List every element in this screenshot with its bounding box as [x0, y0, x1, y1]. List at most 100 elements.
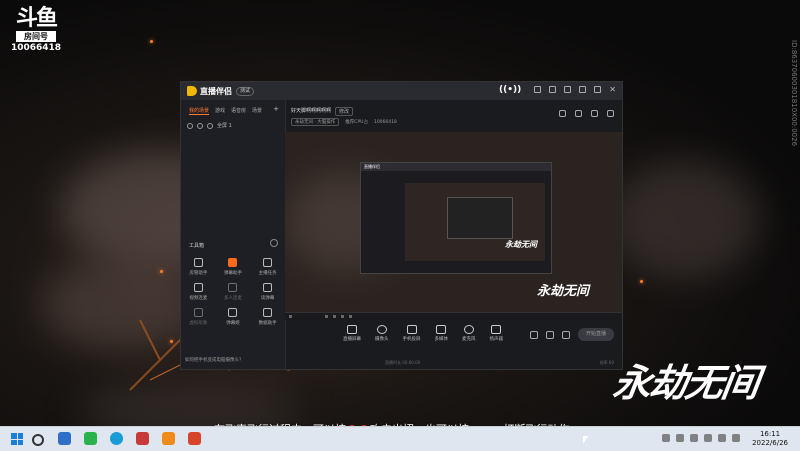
preview-eye-icon[interactable] — [546, 330, 554, 339]
clock[interactable]: 16:11 2022/6/26 — [752, 430, 788, 448]
menu-icon[interactable] — [564, 86, 572, 93]
nested-nested-preview — [447, 197, 513, 239]
go-live-button[interactable]: 开始直播 — [578, 328, 614, 341]
room-number: 10066418 — [10, 43, 62, 53]
gift-icon[interactable] — [534, 86, 542, 93]
speaker-button[interactable]: 扬声器 — [490, 320, 503, 342]
edge-icon[interactable] — [110, 432, 123, 445]
maximize-icon[interactable] — [594, 86, 602, 93]
tool-virtual-avatar[interactable]: 虚拟形象 — [181, 308, 216, 326]
title-bar: 直播伴侣 测试 ((•)) ✕ — [181, 82, 622, 100]
microphone-icon — [463, 325, 474, 334]
layers-icon[interactable] — [575, 110, 582, 117]
start-windows-icon[interactable] — [11, 433, 23, 445]
room-id: 10066418 — [373, 119, 397, 125]
toolbox-more-icon[interactable] — [270, 239, 278, 247]
smoke-cloud — [610, 160, 760, 280]
app-name: 直播伴侣 — [200, 86, 232, 96]
fish-logo-icon — [187, 86, 197, 96]
douyu-app-icon[interactable] — [188, 432, 201, 445]
left-panel: 我的场景 游戏 语音房 场景 + 全屏 1 工具箱 房管助手 弹幕助手 主播任务… — [181, 100, 286, 369]
scene-item[interactable]: 全屏 1 — [181, 115, 285, 129]
network-icon[interactable] — [690, 434, 698, 442]
danmu-icon — [228, 258, 238, 267]
side-watermark-id: ID:86370600301810X00:0026 — [790, 40, 798, 147]
category-tag[interactable]: 永劫无间 · 大脑操作 — [291, 118, 340, 126]
media-button[interactable]: 多媒体 — [435, 320, 448, 342]
live-controls: 开始直播 — [530, 328, 614, 341]
status-bar: 直播时长 00:00:00 帧率 60 — [285, 357, 622, 369]
record-icon[interactable] — [530, 330, 538, 339]
tool-danmu-ji[interactable]: 弹幕姬 — [216, 308, 251, 326]
close-icon[interactable]: ✕ — [609, 86, 616, 94]
ember — [640, 280, 643, 283]
tab-voice-room[interactable]: 语音房 — [231, 107, 246, 115]
settings-icon[interactable] — [591, 110, 598, 117]
brand-mark: 斗鱼 — [15, 6, 58, 31]
app-icon-red[interactable] — [136, 432, 149, 445]
shirt-icon[interactable] — [549, 86, 557, 93]
tool-read-danmu[interactable]: 读弹幕 — [250, 283, 285, 301]
stream-info: 永劫无间 · 大脑操作 推荐CPU占 10066418 — [291, 118, 397, 126]
system-tray — [662, 434, 740, 442]
nested-app-name: 直播伴侣 — [361, 163, 551, 171]
tray-chevron-icon[interactable] — [662, 434, 670, 442]
wechat-icon[interactable] — [84, 432, 97, 445]
microphone-button[interactable]: 麦克风 — [462, 320, 476, 342]
tab-my-scenes[interactable]: 我的场景 — [189, 107, 210, 115]
scene-label: 全屏 1 — [217, 123, 232, 129]
screen-icon — [347, 325, 357, 334]
tool-video-link[interactable]: 视频连麦 — [181, 283, 216, 301]
tool-streamer-tasks[interactable]: 主播任务 — [250, 258, 285, 276]
stream-preview[interactable]: 直播伴侣 永劫无间 永劫无间 — [285, 132, 622, 320]
nk-app-icon[interactable] — [58, 432, 71, 445]
live-duration: 直播时长 00:00:00 — [385, 360, 421, 365]
tool-multi-link[interactable]: 多人连麦 — [216, 283, 251, 301]
camera-button[interactable]: 摄像头 — [375, 320, 389, 342]
nested-game-logo: 永劫无间 — [505, 239, 537, 249]
toolbox-title: 工具箱 — [189, 243, 205, 249]
gear-icon[interactable] — [562, 330, 570, 339]
tab-scenes[interactable]: 场景 — [252, 107, 262, 115]
titlebar-controls: ✕ — [534, 86, 616, 94]
minimize-icon[interactable] — [579, 86, 587, 93]
gift-box-icon[interactable] — [559, 110, 566, 117]
game-logo: 永劫无间 — [610, 360, 761, 405]
share-icon[interactable] — [607, 110, 614, 117]
mic-icon[interactable] — [704, 434, 712, 442]
version-badge[interactable]: 测试 — [236, 86, 255, 96]
edit-title-button[interactable]: 修改 — [335, 107, 354, 116]
room-label: 房间号 — [16, 31, 56, 42]
camera-help-link[interactable]: 如何把手机变成电脑摄像头？ — [185, 357, 244, 363]
tool-room-manager[interactable]: 房管助手 — [181, 258, 216, 276]
app-icon-orange[interactable] — [162, 432, 175, 445]
tray-app-icon[interactable] — [676, 434, 684, 442]
streaming-app-window: 直播伴侣 测试 ((•)) ✕ 我的场景 游戏 语音房 场景 + 全屏 1 工具… — [180, 81, 623, 370]
preview-game-logo: 永劫无间 — [537, 284, 590, 299]
stream-header: 好天脚啊啊啊啊啊 修改 永劫无间 · 大脑操作 推荐CPU占 10066418 — [285, 100, 622, 132]
toolbox-grid: 房管助手 弹幕助手 主播任务 视频连麦 多人连麦 读弹幕 虚拟形象 弹幕姬 数据… — [181, 258, 285, 326]
lock-icon[interactable] — [197, 122, 203, 129]
phone-cast-button[interactable]: 手机投屏 — [403, 320, 421, 342]
live-wave-icon[interactable]: ((•)) — [499, 85, 521, 95]
play-icon — [436, 325, 447, 334]
user-icon — [193, 258, 203, 267]
camera-icon — [376, 325, 387, 334]
fps-status: 帧率 60 — [599, 360, 614, 365]
input-method-icon[interactable] — [732, 434, 740, 442]
add-scene-button[interactable]: + — [273, 106, 279, 115]
search-icon[interactable] — [32, 434, 44, 446]
clock-time: 16:11 — [759, 430, 781, 438]
tool-danmu-assistant[interactable]: 弹幕助手 — [216, 258, 251, 276]
tab-games[interactable]: 游戏 — [215, 107, 225, 115]
chat-icon — [228, 308, 238, 317]
volume-icon[interactable] — [718, 434, 726, 442]
video-link-icon — [193, 283, 203, 292]
avatar-icon — [193, 308, 203, 317]
tool-data-assistant[interactable]: 数据助手 — [250, 308, 285, 326]
eye-icon[interactable] — [187, 122, 193, 129]
clock-date: 2022/6/26 — [752, 439, 788, 447]
screen-capture-button[interactable]: 直播屏幕 — [343, 320, 361, 342]
header-actions — [559, 110, 614, 117]
stream-title: 好天脚啊啊啊啊啊 — [291, 108, 332, 114]
